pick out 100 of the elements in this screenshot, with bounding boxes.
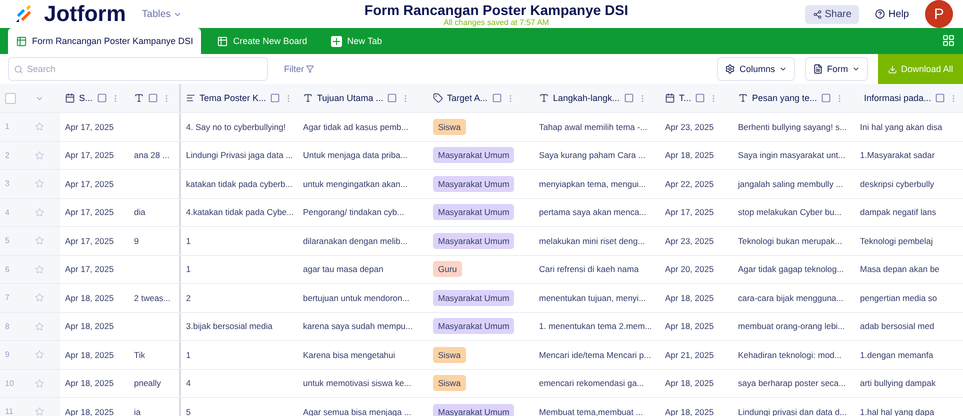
expand-icon[interactable]: [492, 93, 502, 103]
star-icon[interactable]: [35, 208, 44, 217]
save-status: All changes saved at 7:57 AM: [444, 18, 549, 26]
column-header[interactable]: Informasi pada...: [855, 84, 963, 112]
table-cell: Lindungi Privasi jaga data ...: [186, 150, 293, 160]
search-field[interactable]: Search: [8, 57, 268, 81]
table-cell: Tik: [134, 350, 146, 360]
star-icon[interactable]: [35, 179, 44, 188]
brand-name: Jotform: [44, 1, 126, 27]
table-cell: dilaranakan dengan melib...: [303, 236, 408, 246]
table-cell: Kehadiran teknologi: mod...: [738, 350, 842, 360]
star-icon[interactable]: [35, 378, 44, 388]
tag-label: Siswa: [433, 346, 466, 363]
column-header[interactable]: T...: [660, 84, 733, 112]
document-icon: [812, 64, 823, 74]
expand-icon[interactable]: [821, 93, 832, 103]
form-button[interactable]: Form: [804, 57, 868, 81]
table-cell: Apr 18, 2025: [65, 378, 114, 388]
tag-label: Masyarakat Umum: [433, 290, 514, 306]
expand-icon[interactable]: [624, 93, 634, 103]
table-cell: Apr 17, 2025: [65, 178, 114, 189]
caret-icon: [852, 65, 860, 73]
tab[interactable]: Create New Board: [209, 29, 316, 53]
table-cell: 2: [186, 292, 191, 303]
table-cell: deskripsi cyberbully: [860, 178, 934, 189]
expand-icon[interactable]: [148, 93, 158, 103]
table-cell: katakan tidak pada cyberb...: [186, 178, 292, 189]
column-header[interactable]: Pesan yang te...: [733, 84, 855, 112]
download-icon: [888, 64, 897, 74]
tag-label: Siswa: [433, 118, 466, 135]
table-cell: Apr 17, 2025: [65, 264, 114, 274]
table-cell: Karena bisa mengetahui: [303, 350, 396, 360]
table-cell: Apr 17, 2025: [65, 122, 114, 132]
search-icon: [14, 64, 23, 74]
column-header[interactable]: Langkah-langk...: [534, 84, 660, 112]
table-cell: Teknologi bukan merupak...: [738, 236, 842, 246]
table-cell: Untuk menjaga data priba...: [303, 150, 408, 160]
tag-label: Masyarakat Umum: [433, 318, 514, 334]
expand-icon[interactable]: [96, 93, 107, 103]
column-header[interactable]: Tujuan Utama ...: [298, 84, 428, 112]
table-cell: Mencari ide/tema Mencari p...: [539, 350, 651, 360]
table-cell: ia: [134, 406, 141, 416]
star-icon[interactable]: [35, 407, 44, 416]
table-cell: Apr 18, 2025: [65, 292, 114, 303]
row-number: 5: [5, 236, 10, 246]
table-cell: agar tau masa depan: [303, 264, 384, 274]
expand-icon[interactable]: [270, 93, 280, 103]
help-button[interactable]: Help: [869, 8, 915, 20]
row-number: 4: [5, 208, 10, 217]
table-cell: Apr 18, 2025: [665, 150, 714, 160]
row-number: 11: [5, 407, 14, 416]
expand-icon[interactable]: [695, 93, 706, 103]
table-cell: 1: [186, 236, 191, 246]
text-icon: [134, 93, 144, 103]
tables-menu[interactable]: Tables: [136, 8, 188, 20]
grid-icon[interactable]: [942, 34, 955, 47]
select-all-checkbox[interactable]: [5, 92, 16, 104]
text-icon: [738, 93, 748, 103]
table-cell: Apr 23, 2025: [665, 122, 714, 132]
table-cell: Apr 17, 2025: [65, 150, 114, 160]
column-header[interactable]: Target A...: [428, 84, 534, 112]
share-button[interactable]: Share: [804, 4, 860, 24]
logo-icon: [14, 4, 34, 24]
column-header[interactable]: Tema Poster K...: [181, 84, 298, 112]
star-icon[interactable]: [35, 122, 44, 132]
star-icon[interactable]: [35, 322, 44, 331]
table-cell: Saya ingin masyarakat unt...: [738, 150, 846, 160]
table-cell: membuat orang-orang lebi...: [738, 321, 845, 332]
user-avatar[interactable]: P: [925, 0, 953, 28]
table-cell: Apr 17, 2025: [665, 207, 714, 218]
columns-button[interactable]: Columns: [717, 57, 795, 81]
star-icon[interactable]: [35, 293, 44, 302]
filter-icon: [306, 65, 314, 73]
star-icon[interactable]: [35, 150, 44, 160]
table-icon: [217, 36, 228, 46]
star-icon[interactable]: [35, 350, 44, 360]
table-cell: Ini hal yang akan disa: [860, 122, 942, 132]
column-header[interactable]: S...: [60, 84, 129, 112]
tag-label: Siswa: [433, 375, 466, 392]
filter-button[interactable]: Filter: [278, 63, 320, 75]
table-cell: saya berharap poster seca...: [738, 378, 846, 388]
table-cell: 5: [186, 406, 191, 416]
share-icon: [812, 10, 822, 18]
form-title: Form Rancangan Poster Kampanye DSI: [364, 2, 628, 18]
gear-icon: [725, 64, 736, 74]
tag-icon: [433, 93, 443, 103]
tag-label: Masyarakat Umum: [433, 232, 514, 249]
tab[interactable]: New Tab: [323, 29, 390, 53]
table-cell: Apr 18, 2025: [65, 321, 114, 332]
table-cell: 1: [186, 264, 191, 274]
row-number: 10: [5, 378, 14, 388]
row-number: 3: [5, 179, 10, 188]
text-icon: [539, 93, 549, 103]
star-icon[interactable]: [35, 264, 44, 274]
tab[interactable]: Form Rancangan Poster Kampanye DSI: [8, 28, 202, 54]
row-number: 6: [5, 264, 10, 274]
expand-icon[interactable]: [935, 93, 946, 103]
expand-icon[interactable]: [387, 93, 398, 103]
star-icon[interactable]: [35, 236, 44, 246]
table-cell: Apr 18, 2025: [665, 292, 714, 303]
